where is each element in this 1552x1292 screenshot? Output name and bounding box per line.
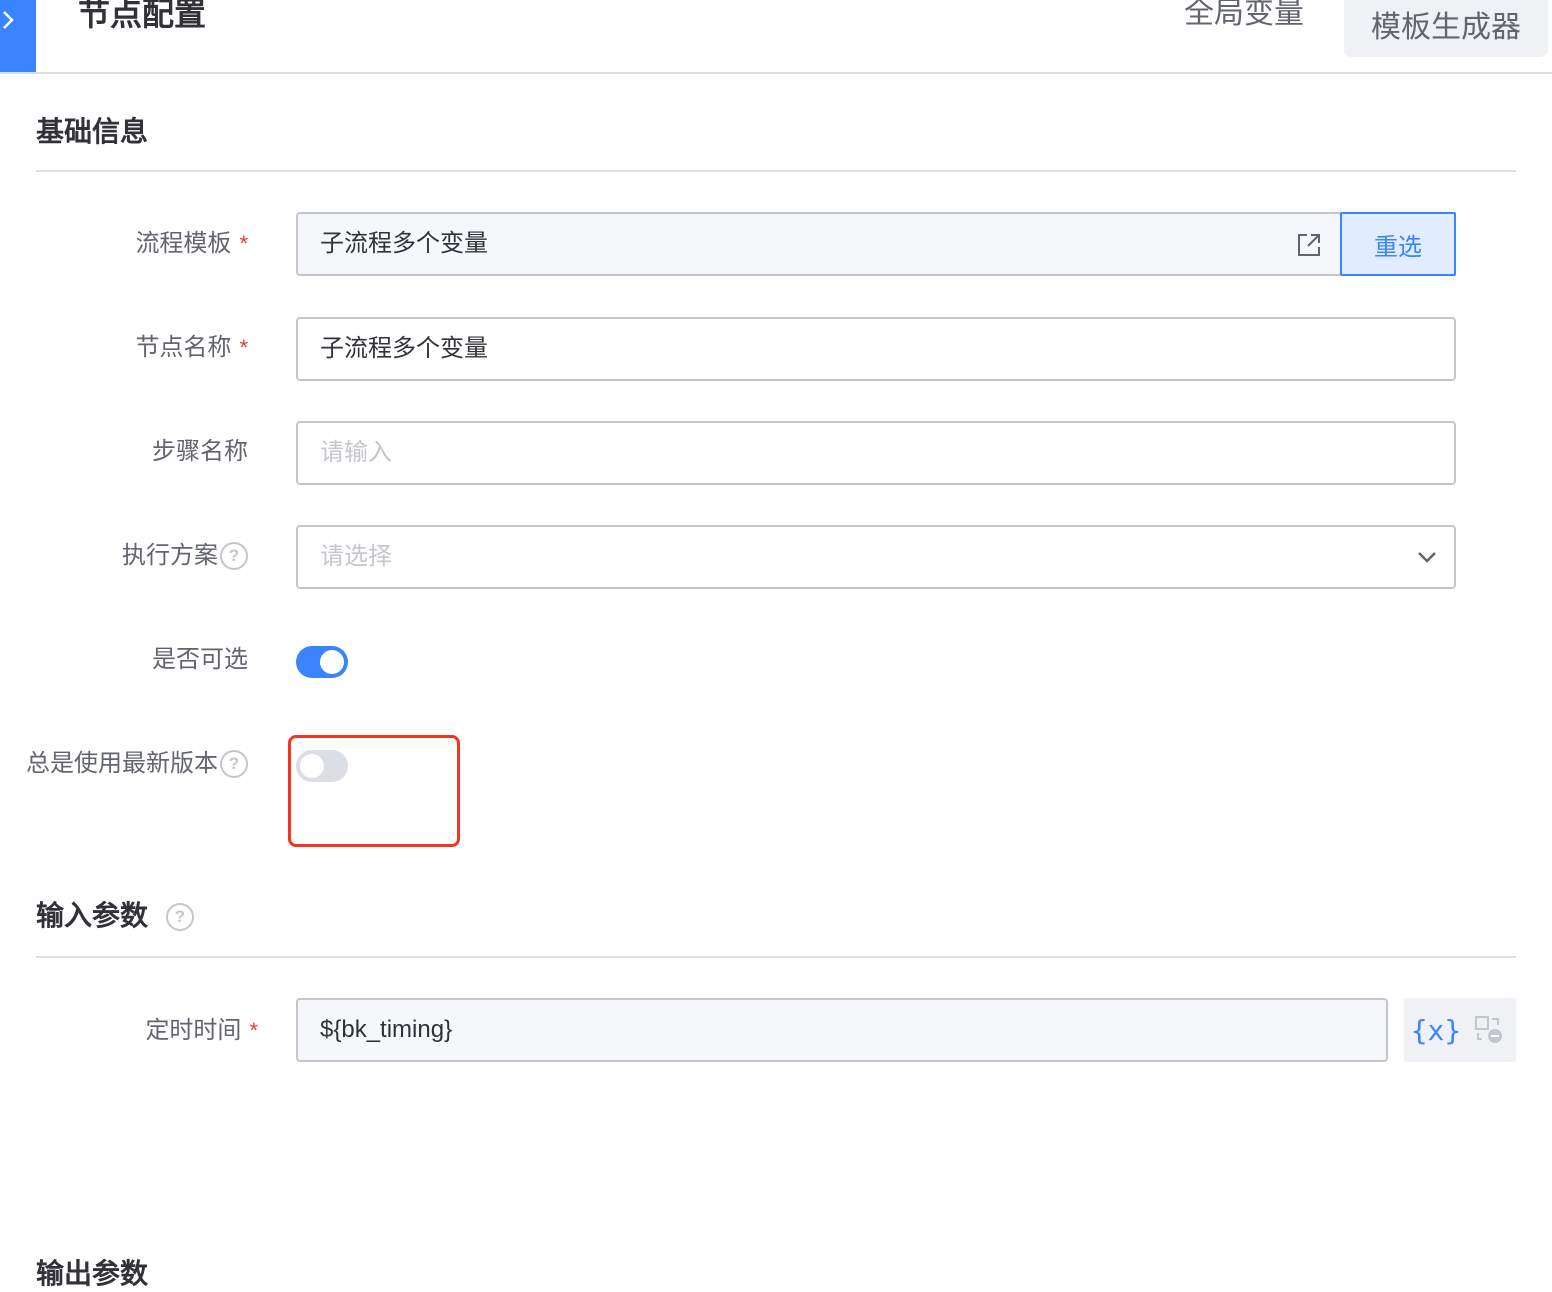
timing-label-text: 定时时间: [145, 1017, 242, 1044]
process-template-value: 子流程多个变量: [320, 230, 488, 257]
insert-variable-button[interactable]: {x}: [1408, 998, 1464, 1062]
help-icon[interactable]: ?: [220, 542, 248, 570]
config-header: 节点配置 全局变量 模板生成器: [0, 0, 1552, 74]
annotation-highlight-box: [288, 735, 460, 847]
process-template-field: 子流程多个变量: [296, 212, 1342, 276]
step-name-label: 步骤名称: [152, 438, 248, 465]
execution-plan-label: 执行方案?: [122, 541, 248, 571]
always-latest-label: 总是使用最新版本?: [26, 749, 248, 779]
variable-icon: {x}: [1410, 1013, 1462, 1047]
node-name-label: 节点名称 *: [135, 333, 248, 363]
global-variables-tab[interactable]: 全局变量: [1184, 0, 1304, 40]
optional-toggle[interactable]: [296, 646, 348, 678]
optional-label: 是否可选: [152, 646, 248, 673]
timing-field[interactable]: ${bk_timing}: [296, 998, 1388, 1062]
required-mark: *: [249, 1018, 258, 1043]
execution-plan-placeholder: 请选择: [320, 543, 392, 570]
timing-value: ${bk_timing}: [320, 1016, 453, 1043]
process-template-label: 流程模板 *: [135, 229, 248, 259]
timing-label: 定时时间 *: [145, 1016, 258, 1046]
required-mark: *: [239, 335, 248, 360]
basic-info-title: 基础信息: [36, 116, 149, 147]
reselect-button[interactable]: 重选: [1340, 212, 1456, 276]
page-title: 节点配置: [78, 0, 207, 32]
process-template-label-text: 流程模板: [135, 230, 232, 257]
input-params-title-text: 输入参数: [36, 900, 149, 931]
collapse-panel-button[interactable]: [0, 0, 36, 72]
chevron-down-icon: [1418, 552, 1436, 563]
basic-info-divider: [36, 170, 1516, 172]
execution-plan-select[interactable]: 请选择: [296, 525, 1456, 589]
unhook-variable-button[interactable]: [1460, 998, 1516, 1062]
input-params-divider: [36, 956, 1516, 958]
always-latest-label-text: 总是使用最新版本: [26, 750, 218, 777]
input-params-title: 输入参数 ?: [36, 894, 194, 934]
execution-plan-label-text: 执行方案: [122, 542, 218, 569]
variable-actions: {x}: [1404, 998, 1516, 1062]
help-icon[interactable]: ?: [220, 750, 248, 778]
help-icon[interactable]: ?: [165, 903, 194, 931]
open-in-new-icon[interactable]: [1296, 232, 1322, 258]
toggle-knob: [320, 650, 344, 674]
node-name-label-text: 节点名称: [135, 334, 232, 361]
template-generator-button[interactable]: 模板生成器: [1344, 0, 1548, 57]
unhook-variable-icon: [1475, 1015, 1502, 1043]
output-params-title: 输出参数: [36, 1258, 149, 1289]
required-mark: *: [239, 231, 248, 256]
chevron-right-icon: [3, 11, 14, 29]
node-name-value: 子流程多个变量: [320, 335, 488, 362]
node-name-input[interactable]: 子流程多个变量: [296, 317, 1456, 381]
step-name-input[interactable]: [296, 421, 1456, 485]
